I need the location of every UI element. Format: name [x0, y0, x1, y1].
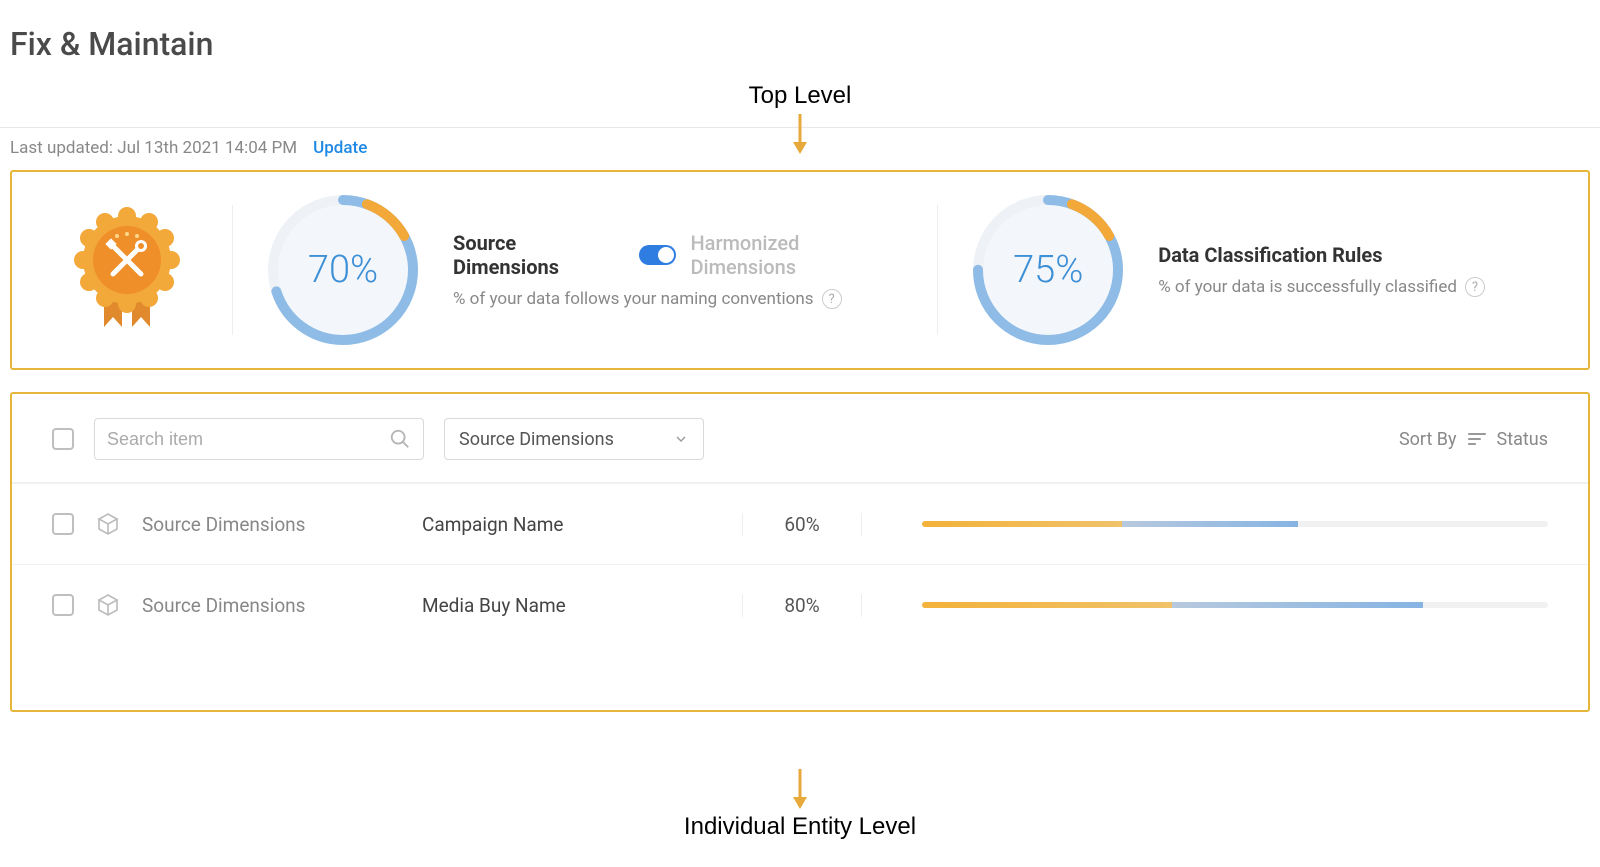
- annotation-bottom-label: Individual Entity Level: [684, 813, 916, 840]
- metric-source-dimensions: 70% Source Dimensions Harmonized Dimensi…: [263, 190, 907, 350]
- donut-classification: 75%: [968, 190, 1128, 350]
- search-input[interactable]: [107, 429, 389, 450]
- sort-by-label: Sort By: [1399, 429, 1457, 450]
- sort-icon: [1467, 431, 1487, 447]
- donut-source-value: 70%: [263, 190, 423, 350]
- annotation-top: Top Level: [0, 82, 1600, 154]
- entity-level-panel: Source Dimensions Sort By Status Source …: [10, 392, 1590, 712]
- donut-classification-value: 75%: [968, 190, 1128, 350]
- dimensions-toggle[interactable]: [639, 245, 677, 265]
- donut-source: 70%: [263, 190, 423, 350]
- metric-classification-title: Data Classification Rules: [1158, 243, 1382, 267]
- metric-classification-subtitle: % of your data is successfully classifie…: [1158, 277, 1457, 297]
- row-category: Source Dimensions: [142, 513, 402, 536]
- cube-icon: [94, 512, 122, 536]
- annotation-top-label: Top Level: [749, 82, 852, 109]
- arrow-down-icon: [790, 114, 810, 154]
- filter-select-value: Source Dimensions: [459, 429, 614, 450]
- filter-select[interactable]: Source Dimensions: [444, 418, 704, 460]
- row-percent: 80%: [742, 594, 862, 617]
- table-header: Source Dimensions Sort By Status: [12, 394, 1588, 484]
- sort-by-value: Status: [1497, 429, 1548, 450]
- help-icon[interactable]: ?: [822, 289, 842, 309]
- metric-classification: 75% Data Classification Rules % of your …: [968, 190, 1548, 350]
- search-field[interactable]: [94, 418, 424, 460]
- select-all-checkbox[interactable]: [52, 428, 74, 450]
- row-checkbox[interactable]: [52, 513, 74, 535]
- row-progress: [882, 521, 1548, 527]
- sort-by-control[interactable]: Sort By Status: [1399, 429, 1548, 450]
- vertical-separator: [232, 205, 233, 335]
- metric-source-subtitle: % of your data follows your naming conve…: [453, 289, 814, 309]
- row-checkbox[interactable]: [52, 594, 74, 616]
- badge-icon: [72, 205, 182, 335]
- row-percent: 60%: [742, 513, 862, 536]
- arrow-down-icon: [790, 769, 810, 809]
- metric-harmonized-title: Harmonized Dimensions: [690, 231, 907, 279]
- table-row[interactable]: Source Dimensions Campaign Name 60%: [12, 484, 1588, 565]
- search-icon: [389, 428, 411, 450]
- annotation-bottom: Individual Entity Level: [0, 765, 1600, 841]
- metric-source-title: Source Dimensions: [453, 231, 625, 279]
- table-row[interactable]: Source Dimensions Media Buy Name 80%: [12, 565, 1588, 645]
- help-icon[interactable]: ?: [1465, 277, 1485, 297]
- award-badge: [52, 205, 202, 335]
- row-entity: Campaign Name: [422, 513, 722, 536]
- chevron-down-icon: [673, 431, 689, 447]
- top-level-panel: 70% Source Dimensions Harmonized Dimensi…: [10, 170, 1590, 370]
- cube-icon: [94, 593, 122, 617]
- row-entity: Media Buy Name: [422, 594, 722, 617]
- page-title: Fix & Maintain: [0, 0, 1600, 83]
- row-category: Source Dimensions: [142, 594, 402, 617]
- row-progress: [882, 602, 1548, 608]
- vertical-separator: [937, 205, 938, 335]
